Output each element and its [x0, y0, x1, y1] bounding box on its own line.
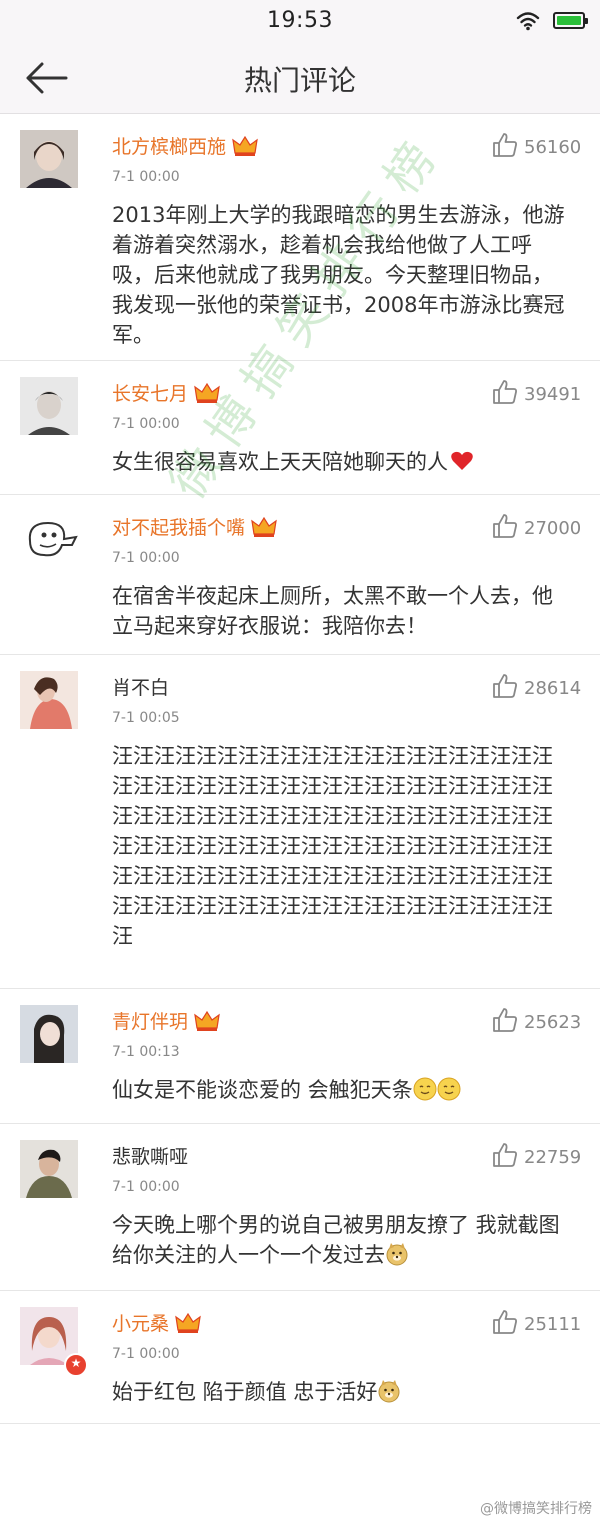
comment-item: 长安七月 7-1 00:00 39491 女生很容易喜欢上天天陪她聊天的人: [0, 361, 600, 495]
comment-text: 汪汪汪汪汪汪汪汪汪汪汪汪汪汪汪汪汪汪汪汪汪汪汪汪汪汪汪汪汪汪汪汪汪汪汪汪汪汪汪汪…: [112, 744, 553, 948]
comment-time: 7-1 00:05: [112, 710, 180, 726]
like-count: 39491: [524, 384, 582, 405]
username[interactable]: 北方槟榔西施: [112, 132, 258, 159]
crown-icon: [194, 382, 220, 403]
username[interactable]: 对不起我插个嘴: [112, 513, 277, 540]
thumbs-up-icon: [493, 380, 517, 404]
like-button[interactable]: 28614: [492, 673, 581, 701]
comment-time: 7-1 00:00: [112, 550, 180, 566]
nav-bar: 热门评论: [0, 42, 600, 114]
like-button[interactable]: 25623: [492, 1007, 581, 1035]
smile-emoji-icon: [437, 1077, 461, 1101]
comment-text: 仙女是不能谈恋爱的 会触犯天条: [112, 1075, 572, 1105]
comment-time: 7-1 00:13: [112, 1044, 180, 1060]
status-bar: 19:53: [0, 0, 600, 42]
verified-badge: [64, 1353, 88, 1377]
like-count: 28614: [524, 678, 582, 699]
crown-icon: [232, 135, 258, 156]
avatar[interactable]: [20, 511, 78, 569]
comment-text: 在宿舍半夜起床上厕所，太黑不敢一个人去，他立马起来穿好衣服说：我陪你去！: [112, 584, 553, 638]
username[interactable]: 青灯伴玥: [112, 1007, 220, 1034]
page-title: 热门评论: [243, 64, 356, 97]
source-label: @微博搞笑排行榜: [480, 1501, 592, 1517]
battery-icon: [553, 12, 588, 29]
like-count: 22759: [524, 1147, 582, 1168]
crown-icon: [175, 1312, 201, 1333]
smile-emoji-icon: [413, 1077, 437, 1101]
like-count: 56160: [524, 137, 582, 158]
like-count: 25111: [524, 1314, 582, 1335]
like-button[interactable]: 56160: [492, 132, 581, 160]
comment-item: 对不起我插个嘴 7-1 00:00 27000 在宿舍半夜起床上厕所，太黑不敢一…: [0, 495, 600, 655]
thumbs-up-icon: [493, 1310, 517, 1334]
username[interactable]: 小元桑: [112, 1309, 201, 1336]
thumbs-up-icon: [493, 1143, 517, 1167]
avatar[interactable]: [20, 130, 78, 188]
comment-time: 7-1 00:00: [112, 416, 180, 432]
comment-item: 北方槟榔西施 7-1 00:00 56160 2013年刚上大学的我跟暗恋的男生…: [0, 114, 600, 361]
comment-text: 始于红包 陷于颜值 忠于活好: [112, 1377, 572, 1407]
comment-text: 女生很容易喜欢上天天陪她聊天的人: [112, 447, 572, 477]
comment-item: 小元桑 7-1 00:00 25111 始于红包 陷于颜值 忠于活好: [0, 1291, 600, 1424]
comment-text: 2013年刚上大学的我跟暗恋的男生去游泳，他游着游着突然溺水，趁着机会我给他做了…: [112, 203, 565, 347]
username[interactable]: 长安七月: [112, 379, 220, 406]
comment-text: 今天晚上哪个男的说自己被男朋友撩了 我就截图给你关注的人一个一个发过去: [112, 1213, 560, 1267]
username[interactable]: 悲歌嘶哑: [112, 1142, 188, 1169]
thumbs-up-icon: [493, 514, 517, 538]
like-button[interactable]: 22759: [492, 1142, 581, 1170]
avatar[interactable]: [20, 671, 78, 729]
avatar[interactable]: [20, 1140, 78, 1198]
doge-emoji-icon: [386, 1243, 408, 1266]
thumbs-up-icon: [493, 1008, 517, 1032]
crown-icon: [194, 1010, 220, 1031]
like-button[interactable]: 39491: [492, 379, 581, 407]
crown-icon: [251, 516, 277, 537]
like-button[interactable]: 27000: [492, 513, 581, 541]
comment-time: 7-1 00:00: [112, 1179, 180, 1195]
thumbs-up-icon: [493, 674, 517, 698]
comment-time: 7-1 00:00: [112, 1346, 180, 1362]
comment-time: 7-1 00:00: [112, 169, 180, 185]
username[interactable]: 肖不白: [112, 673, 169, 700]
wifi-icon: [516, 12, 540, 31]
like-count: 27000: [524, 518, 582, 539]
comment-item: 肖不白 7-1 00:05 28614 汪汪汪汪汪汪汪汪汪汪汪汪汪汪汪汪汪汪汪汪…: [0, 655, 600, 989]
avatar[interactable]: [20, 1005, 78, 1063]
status-time: 19:53: [267, 8, 333, 33]
comment-item: 青灯伴玥 7-1 00:13 25623 仙女是不能谈恋爱的 会触犯天条: [0, 989, 600, 1124]
heart-emoji-icon: [451, 451, 473, 470]
doge-emoji-icon: [378, 1380, 400, 1403]
avatar[interactable]: [20, 377, 78, 435]
thumbs-up-icon: [493, 133, 517, 157]
like-button[interactable]: 25111: [492, 1309, 581, 1337]
like-count: 25623: [524, 1012, 582, 1033]
comment-item: 悲歌嘶哑 7-1 00:00 22759 今天晚上哪个男的说自己被男朋友撩了 我…: [0, 1124, 600, 1291]
